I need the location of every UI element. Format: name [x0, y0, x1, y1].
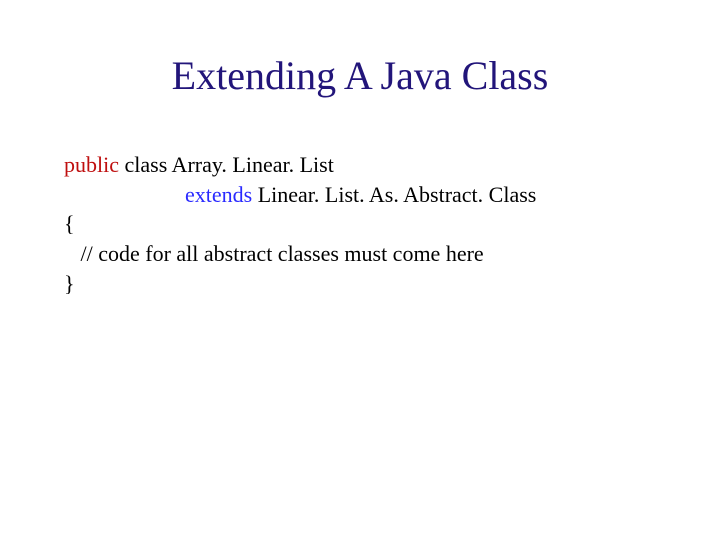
slide: Extending A Java Class public class Arra…: [0, 0, 720, 540]
code-line-1: public class Array. Linear. List: [64, 150, 656, 180]
code-line-3: {: [64, 209, 656, 239]
code-line-5: }: [64, 269, 656, 299]
code-text: Linear. List. As. Abstract. Class: [252, 182, 536, 207]
keyword-extends: extends: [185, 182, 252, 207]
code-line-4: // code for all abstract classes must co…: [64, 239, 656, 269]
code-block: public class Array. Linear. List extends…: [64, 150, 656, 298]
code-text: class Array. Linear. List: [119, 152, 334, 177]
code-line-2: extends Linear. List. As. Abstract. Clas…: [64, 180, 656, 210]
slide-title: Extending A Java Class: [0, 52, 720, 99]
code-indent: [64, 182, 185, 207]
keyword-public: public: [64, 152, 119, 177]
